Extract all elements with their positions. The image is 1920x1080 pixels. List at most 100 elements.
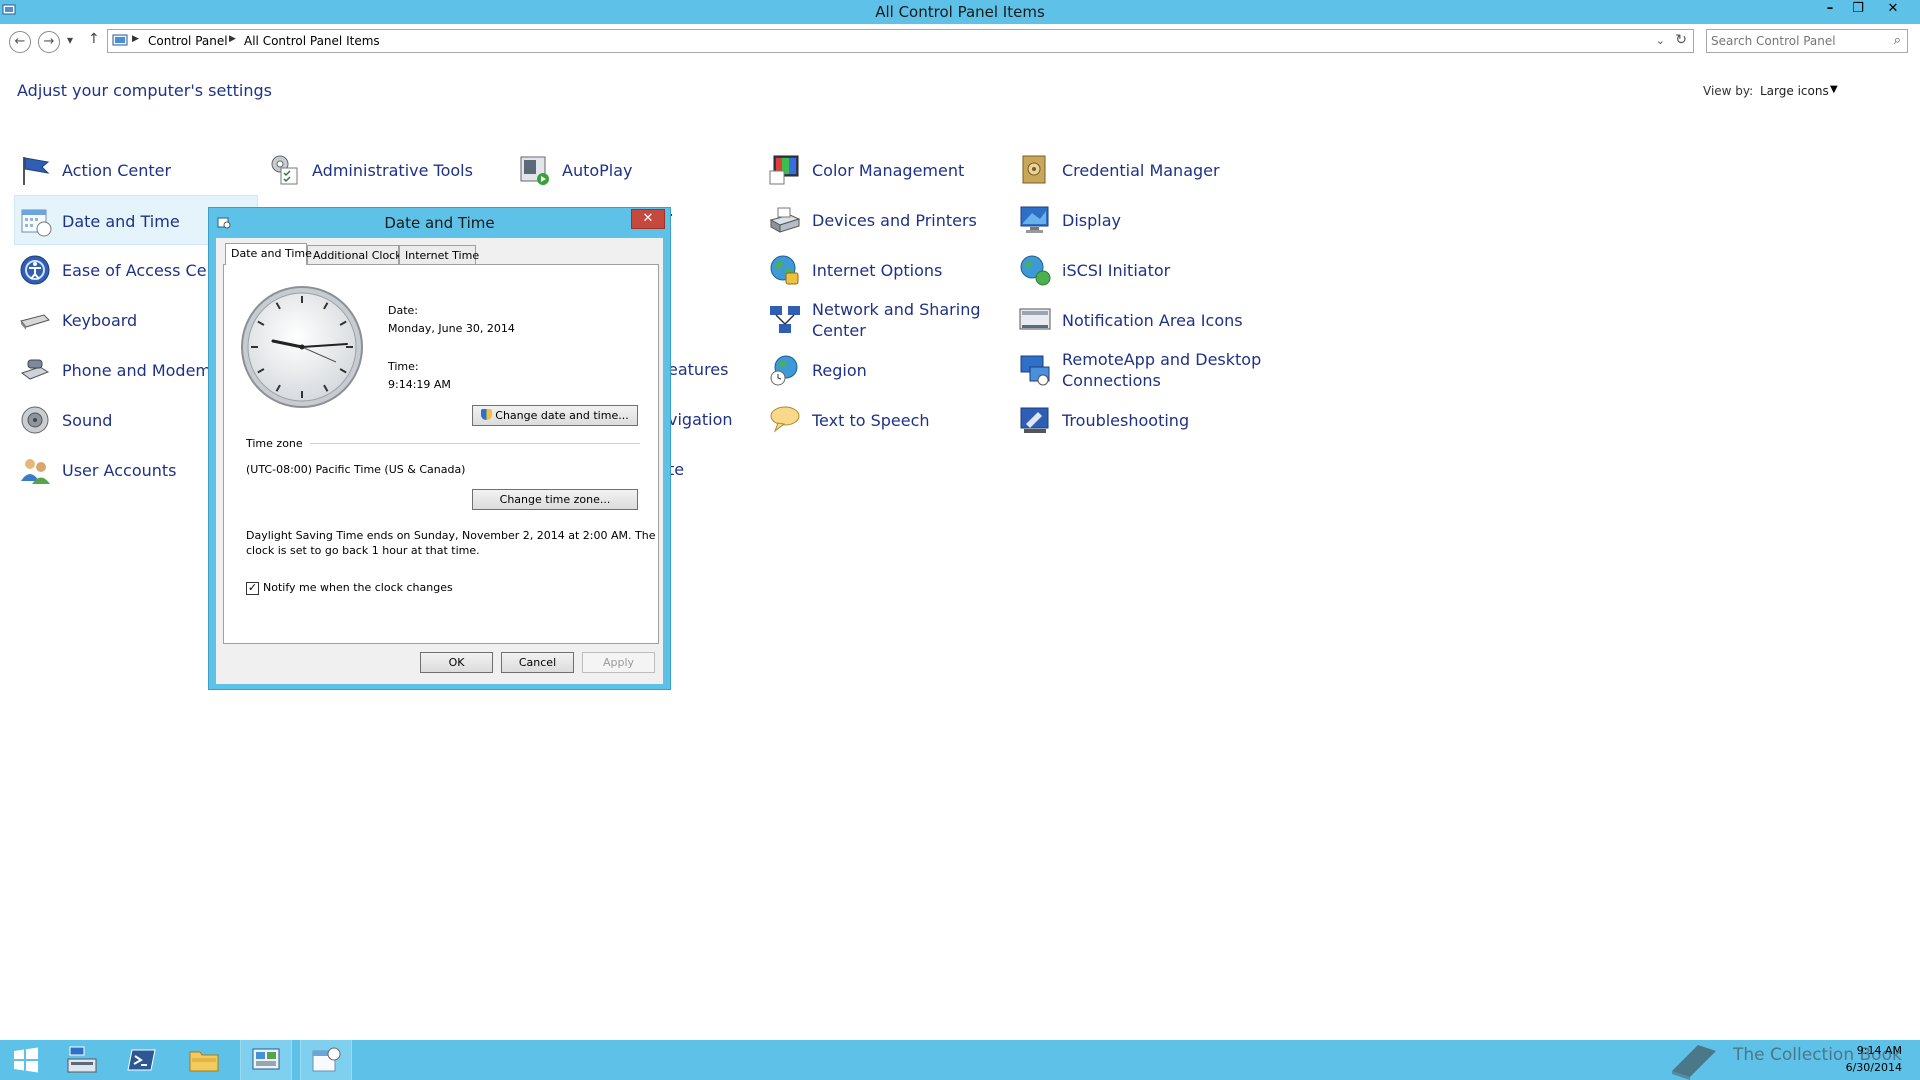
breadcrumb-chevron-icon[interactable]: ▶ xyxy=(132,34,139,44)
breadcrumb-all-items[interactable]: All Control Panel Items xyxy=(244,34,380,48)
item-network-and-sharing[interactable]: Network and Sharing Center xyxy=(768,295,1008,345)
restore-button[interactable]: ❐ xyxy=(1845,0,1871,20)
window-title: All Control Panel Items xyxy=(875,3,1045,21)
item-label: AutoPlay xyxy=(562,160,633,180)
time-zone-heading: Time zone xyxy=(246,437,303,450)
item-label: Administrative Tools xyxy=(312,160,473,180)
credential-vault-icon xyxy=(1022,155,1046,184)
windows-logo-icon xyxy=(14,1047,38,1073)
address-dropdown-icon[interactable]: ⌄ xyxy=(1656,34,1665,47)
item-credential-manager[interactable]: Credential Manager xyxy=(1018,145,1278,195)
analog-clock-icon xyxy=(241,286,363,408)
admin-tools-icon xyxy=(271,155,298,185)
date-value: Monday, June 30, 2014 xyxy=(388,322,515,335)
up-button[interactable]: ↑ xyxy=(88,31,100,47)
close-button[interactable]: ✕ xyxy=(1880,0,1906,20)
taskbar-date-and-time[interactable] xyxy=(300,1040,352,1080)
recent-locations-button[interactable]: ▾ xyxy=(67,33,73,47)
item-iscsi-initiator[interactable]: iSCSI Initiator xyxy=(1018,245,1278,295)
ok-button[interactable]: OK xyxy=(420,652,493,673)
control-panel-taskbar-icon xyxy=(252,1048,280,1070)
view-by-dropdown[interactable]: Large icons xyxy=(1760,84,1829,98)
uac-shield-icon xyxy=(481,409,493,420)
item-display[interactable]: Display xyxy=(1018,195,1278,245)
apply-button[interactable]: Apply xyxy=(582,652,655,673)
powershell-icon xyxy=(127,1049,156,1071)
monitor-icon xyxy=(1020,206,1049,233)
item-administrative-tools[interactable]: Administrative Tools xyxy=(268,145,508,195)
item-label: Region xyxy=(812,360,867,380)
address-bar[interactable]: ▶ Control Panel ▶ All Control Panel Item… xyxy=(107,29,1694,53)
tab-additional-clocks[interactable]: Additional Clocks xyxy=(307,245,407,264)
tray-clock-time[interactable]: 9:14 AM xyxy=(1830,1044,1902,1057)
region-globe-clock-icon xyxy=(770,355,798,386)
item-remoteapp[interactable]: RemoteApp and Desktop Connections xyxy=(1018,345,1278,395)
start-button[interactable] xyxy=(0,1040,52,1080)
item-devices-and-printers[interactable]: Devices and Printers xyxy=(768,195,1008,245)
view-by-chevron-icon[interactable]: ▼ xyxy=(1830,84,1838,95)
back-button[interactable]: ← xyxy=(9,31,31,53)
taskbar-powershell[interactable] xyxy=(116,1040,168,1080)
item-label: Text to Speech xyxy=(812,410,930,430)
tray-clock-date[interactable]: 6/30/2014 xyxy=(1830,1061,1902,1074)
tab-internet-time[interactable]: Internet Time xyxy=(399,245,479,264)
taskbar-server-manager[interactable] xyxy=(56,1040,108,1080)
item-label: Action Center xyxy=(62,160,172,180)
item-label: Troubleshooting xyxy=(1062,410,1190,430)
time-zone-divider xyxy=(310,443,640,444)
search-icon[interactable]: ⌕ xyxy=(1894,33,1901,48)
item-navigation-partial[interactable]: vigation xyxy=(668,410,733,429)
item-region[interactable]: Region xyxy=(768,345,1008,395)
refresh-icon[interactable]: ↻ xyxy=(1675,32,1687,48)
breadcrumb-chevron-icon[interactable]: ▶ xyxy=(229,34,236,44)
notify-label[interactable]: Notify me when the clock changes xyxy=(263,581,453,594)
breadcrumb-control-panel[interactable]: Control Panel xyxy=(148,34,228,48)
server-manager-icon xyxy=(67,1046,97,1073)
notification-icons-icon xyxy=(1019,308,1051,330)
item-internet-options[interactable]: Internet Options xyxy=(768,245,1008,295)
search-box[interactable]: ⌕ xyxy=(1706,29,1908,53)
printer-icon xyxy=(769,207,801,233)
forward-button[interactable]: → xyxy=(38,31,60,53)
change-time-zone-button[interactable]: Change time zone... xyxy=(472,489,638,510)
watermark-book-icon xyxy=(1672,1045,1716,1080)
item-autoplay[interactable]: AutoPlay xyxy=(518,145,758,195)
dst-info-line-1: Daylight Saving Time ends on Sunday, Nov… xyxy=(246,529,656,542)
item-label: Credential Manager xyxy=(1062,160,1220,180)
item-label: RemoteApp and Desktop Connections xyxy=(1062,350,1262,390)
search-input[interactable] xyxy=(1711,32,1881,50)
control-panel-icon xyxy=(112,34,128,46)
speech-bubble-icon xyxy=(770,406,800,433)
item-label: iSCSI Initiator xyxy=(1062,260,1171,280)
item-label: Notification Area Icons xyxy=(1062,310,1243,330)
taskbar-file-explorer[interactable] xyxy=(178,1040,230,1080)
phone-icon xyxy=(20,359,50,380)
dialog-close-button[interactable]: ✕ xyxy=(631,209,665,229)
change-date-time-button[interactable]: Change date and time... xyxy=(472,405,638,426)
time-value: 9:14:19 AM xyxy=(388,378,451,391)
item-color-management[interactable]: Color Management xyxy=(768,145,1008,195)
minimize-button[interactable]: – xyxy=(1817,0,1843,20)
taskbar-control-panel[interactable] xyxy=(240,1040,292,1080)
color-management-icon xyxy=(769,155,799,185)
iscsi-globe-icon xyxy=(1020,255,1051,286)
item-label: Devices and Printers xyxy=(812,210,977,230)
notify-checkbox[interactable]: ✓ xyxy=(246,582,259,595)
tab-panel-date-and-time: Date: Monday, June 30, 2014 Time: 9:14:1… xyxy=(223,264,659,644)
page-heading: Adjust your computer's settings xyxy=(17,81,272,100)
cancel-button[interactable]: Cancel xyxy=(501,652,574,673)
item-text-to-speech[interactable]: Text to Speech xyxy=(768,395,1008,445)
network-icon xyxy=(770,306,800,333)
item-action-center[interactable]: Action Center xyxy=(18,145,258,195)
taskbar: The Collection Book 9:14 AM 6/30/2014 xyxy=(0,1040,1920,1080)
action-center-flag-icon xyxy=(23,157,50,185)
calendar-clock-taskbar-icon xyxy=(312,1047,341,1072)
folder-icon xyxy=(189,1051,219,1072)
change-date-time-label: Change date and time... xyxy=(495,409,629,422)
item-notification-area-icons[interactable]: Notification Area Icons xyxy=(1018,295,1278,345)
tab-date-and-time[interactable]: Date and Time xyxy=(225,243,312,265)
item-programs-features-partial[interactable]: eatures xyxy=(668,360,728,379)
speaker-icon xyxy=(21,406,49,434)
time-zone-value: (UTC-08:00) Pacific Time (US & Canada) xyxy=(246,463,466,476)
item-troubleshooting[interactable]: Troubleshooting xyxy=(1018,395,1278,445)
